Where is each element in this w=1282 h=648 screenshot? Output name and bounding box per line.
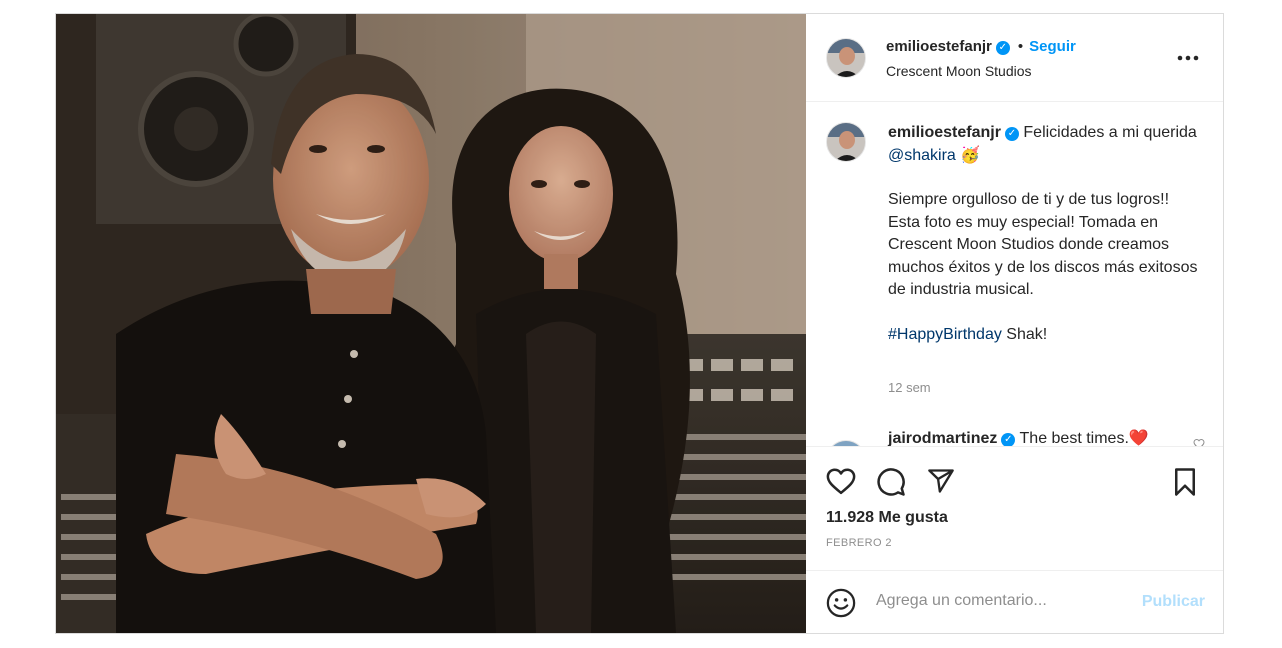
separator-dot: • bbox=[1017, 38, 1024, 55]
caption-paragraph-1: Siempre orgulloso de ti y de tus logros!… bbox=[888, 191, 1170, 208]
post-side-panel: emilioestefanjr ✓ • Seguir Crescent Moon St… bbox=[806, 14, 1223, 633]
hashtag-tail: Shak! bbox=[1006, 325, 1048, 343]
paper-plane-outline bbox=[928, 469, 954, 493]
caption-username[interactable]: emilioestefanjr bbox=[888, 124, 1001, 141]
smiley-outline bbox=[826, 588, 856, 618]
mention-link[interactable]: @shakira bbox=[888, 147, 956, 164]
caption-paragraph-2: Esta foto es muy especial! Tomada en Cre… bbox=[888, 213, 1198, 299]
avatar-image bbox=[827, 123, 865, 161]
caption-avatar[interactable] bbox=[826, 122, 866, 162]
post-location[interactable]: Crescent Moon Studios bbox=[886, 63, 1032, 79]
caption-time[interactable]: 12 sem bbox=[888, 380, 931, 395]
post-photo[interactable] bbox=[56, 14, 806, 633]
author-row: emilioestefanjr ✓ • Seguir bbox=[886, 38, 1076, 55]
caption-text: Felicidades a mi querida bbox=[1023, 124, 1197, 141]
caption-hashtag-line: #HappyBirthday Shak! bbox=[888, 324, 1198, 347]
post-date[interactable]: FEBRERO 2 bbox=[826, 537, 892, 549]
follow-button[interactable]: Seguir bbox=[1029, 38, 1076, 55]
add-comment-bar: Publicar bbox=[806, 570, 1223, 633]
bookmark-outline bbox=[1175, 468, 1195, 496]
action-bar: 11.928 Me gusta FEBRERO 2 bbox=[806, 446, 1223, 570]
likes-count[interactable]: 11.928 Me gusta bbox=[826, 509, 948, 527]
verified-badge-icon: ✓ bbox=[1004, 127, 1019, 141]
comment-input[interactable] bbox=[874, 591, 1128, 611]
post-header: emilioestefanjr ✓ • Seguir Crescent Moon St… bbox=[806, 14, 1223, 102]
avatar-image bbox=[827, 39, 865, 77]
post-caption: emilioestefanjr ✓ Felicidades a mi querid… bbox=[888, 122, 1198, 346]
instagram-post: emilioestefanjr ✓ • Seguir Crescent Moon St… bbox=[55, 13, 1224, 634]
studio-photo-illustration bbox=[56, 14, 806, 633]
red-heart-emoji: ❤️ bbox=[1128, 430, 1149, 446]
party-emoji: 🥳 bbox=[960, 146, 981, 164]
more-options-icon[interactable] bbox=[1177, 44, 1199, 64]
comment-text: The best times. bbox=[1019, 430, 1129, 446]
heart-outline bbox=[826, 468, 856, 495]
ellipsis-dots bbox=[1177, 55, 1199, 61]
share-paper-plane-icon[interactable] bbox=[926, 467, 956, 500]
hashtag-link[interactable]: #HappyBirthday bbox=[888, 326, 1002, 343]
commenter-username[interactable]: jairodmartinez bbox=[888, 430, 997, 446]
verified-badge-icon: ✓ bbox=[1001, 433, 1016, 446]
comment-like-heart-icon[interactable] bbox=[1193, 438, 1205, 446]
verified-badge-icon: ✓ bbox=[995, 41, 1010, 55]
author-username[interactable]: emilioestefanjr bbox=[886, 38, 992, 55]
comment-row: jairodmartinez ✓ The best times.❤️ bbox=[888, 428, 1149, 446]
publish-button[interactable]: Publicar bbox=[1142, 593, 1205, 611]
author-avatar[interactable] bbox=[826, 38, 866, 78]
save-bookmark-icon[interactable] bbox=[1172, 467, 1198, 502]
comment-bubble-icon[interactable] bbox=[876, 467, 906, 502]
heart-outline bbox=[1193, 438, 1205, 446]
emoji-smiley-icon[interactable] bbox=[826, 588, 856, 623]
bubble-outline bbox=[877, 468, 905, 496]
comments-list[interactable]: emilioestefanjr ✓ Felicidades a mi querid… bbox=[806, 102, 1223, 446]
like-heart-icon[interactable] bbox=[826, 467, 856, 500]
